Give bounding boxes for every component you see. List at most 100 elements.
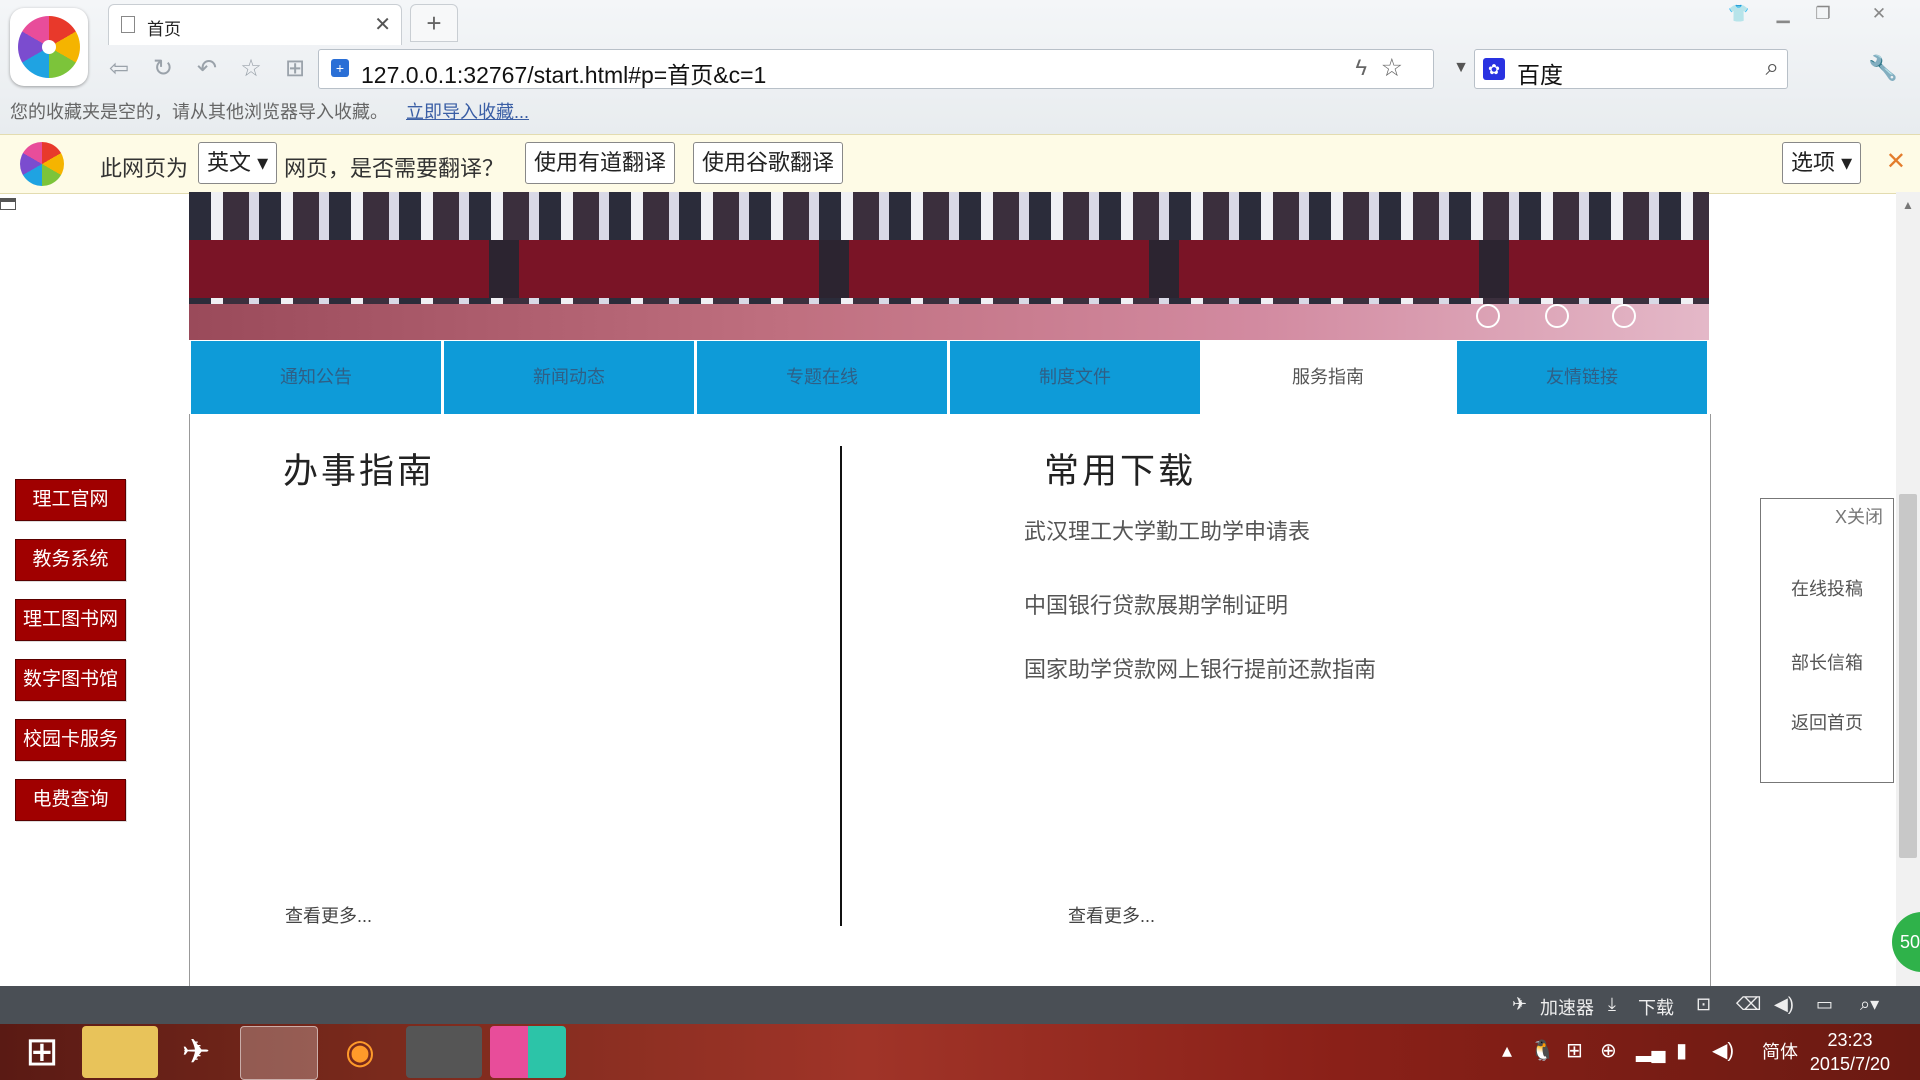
quick-link-academic-system[interactable]: 教务系统 xyxy=(15,539,126,581)
translate-bar: 此网页为 英文 ▾ 网页，是否需要翻译？ 使用有道翻译 使用谷歌翻译 选项 ▾ … xyxy=(0,134,1920,194)
clock-date: 2015/7/20 xyxy=(1809,1054,1890,1074)
browser-status-bar: ✈ 加速器 ⤓ 下载 ⊡ ⌫ ◀) ▭ ⌕▾ xyxy=(0,986,1920,1024)
battery-icon[interactable]: ▮ xyxy=(1676,1038,1687,1063)
new-tab-button[interactable]: + xyxy=(410,4,458,42)
windows-flag-icon[interactable]: ⊞ xyxy=(1566,1038,1583,1063)
import-favorites-link[interactable]: 立即导入收藏... xyxy=(406,102,529,122)
quick-link-digital-library[interactable]: 数字图书馆 xyxy=(15,659,126,701)
volume-icon[interactable]: ◀) xyxy=(1774,994,1794,1015)
tab-news[interactable]: 新闻动态 xyxy=(444,341,694,414)
sidebar-toggle-icon[interactable] xyxy=(0,198,16,210)
refresh-icon[interactable]: ↻ xyxy=(148,54,178,84)
language-select[interactable]: 英文 ▾ xyxy=(198,142,278,184)
language-label: 英文 xyxy=(207,150,252,175)
apps-grid-icon[interactable]: ⊞ xyxy=(280,54,310,84)
download-icon[interactable]: ⤓ xyxy=(1608,994,1616,1015)
downloads-heading: 常用下载 xyxy=(1044,452,1197,492)
favorites-empty-text: 您的收藏夹是空的，请从其他浏览器导入收藏。 xyxy=(10,102,388,122)
accelerator-label[interactable]: 加速器 xyxy=(1540,994,1594,1020)
download-link-3[interactable]: 国家助学贷款网上银行提前还款指南 xyxy=(1024,652,1376,684)
back-home-link[interactable]: 返回首页 xyxy=(1761,709,1893,735)
browser-chrome: 首页 ✕ + 👕 ▁ ❐ ✕ ⇦ ↻ ↶ ☆ ⊞ + 127.0.0.1:327… xyxy=(0,0,1920,134)
colorful-app-icon[interactable] xyxy=(490,1026,566,1078)
quick-link-campus-card[interactable]: 校园卡服务 xyxy=(15,719,126,761)
undo-close-icon[interactable]: ↶ xyxy=(192,54,222,84)
page-scrollbar[interactable]: ▲ xyxy=(1896,192,1920,986)
bird-app-icon[interactable]: ✈ xyxy=(158,1026,234,1078)
volume-tray-icon[interactable]: ◀) xyxy=(1712,1038,1734,1063)
restore-button[interactable]: ❐ xyxy=(1806,0,1840,28)
column-divider xyxy=(840,446,842,926)
windows-start-icon[interactable]: ⊞ xyxy=(4,1026,80,1078)
close-window-button[interactable]: ✕ xyxy=(1862,0,1896,28)
speed-mode-icon[interactable]: ϟ xyxy=(1355,55,1367,81)
search-box[interactable]: ✿ 百度 ⌕ xyxy=(1474,49,1788,89)
bookmark-star-icon[interactable]: ☆ xyxy=(1381,53,1403,83)
favorite-star-icon[interactable]: ☆ xyxy=(236,54,266,84)
minimize-button[interactable]: ▁ xyxy=(1766,0,1800,28)
download-link-1[interactable]: 武汉理工大学勤工助学申请表 xyxy=(1024,514,1310,546)
submit-article-link[interactable]: 在线投稿 xyxy=(1761,575,1893,601)
content-panel xyxy=(189,414,1711,986)
options-label: 选项 xyxy=(1791,150,1836,175)
security-plus-icon[interactable]: ⊕ xyxy=(1600,1038,1617,1063)
close-tab-icon[interactable]: ✕ xyxy=(374,12,391,37)
download-link-2[interactable]: 中国银行贷款展期学制证明 xyxy=(1024,588,1288,620)
tab-regulations[interactable]: 制度文件 xyxy=(950,341,1200,414)
quick-link-library[interactable]: 理工图书网 xyxy=(15,599,126,641)
skin-icon[interactable]: 👕 xyxy=(1722,0,1756,28)
carousel-dot-3[interactable] xyxy=(1612,304,1636,328)
floating-panel: X关闭 在线投稿 部长信箱 返回首页 xyxy=(1760,498,1894,783)
scroll-up-icon[interactable]: ▲ xyxy=(1902,198,1914,212)
tab-title: 首页 xyxy=(147,20,181,39)
downloads-more-link[interactable]: 查看更多... xyxy=(1068,902,1155,928)
close-translate-icon[interactable]: ✕ xyxy=(1886,147,1906,176)
tools-wrench-icon[interactable]: 🔧 xyxy=(1868,54,1898,83)
options-dropdown[interactable]: 选项 ▾ xyxy=(1782,142,1862,184)
carousel-dot-1[interactable] xyxy=(1476,304,1500,328)
carousel-dot-2[interactable] xyxy=(1545,304,1569,328)
tab-topics[interactable]: 专题在线 xyxy=(697,341,947,414)
tab-service-guide[interactable]: 服务指南 xyxy=(1203,341,1453,414)
file-explorer-icon[interactable] xyxy=(82,1026,158,1078)
tab-notice[interactable]: 通知公告 xyxy=(191,341,441,414)
address-dropdown-icon[interactable]: ▼ xyxy=(1453,59,1469,77)
tray-expand-icon[interactable]: ▴ xyxy=(1502,1038,1512,1063)
tab-links[interactable]: 友情链接 xyxy=(1457,341,1707,414)
translate-question: 网页，是否需要翻译？ xyxy=(284,156,505,181)
youdao-translate-button[interactable]: 使用有道翻译 xyxy=(525,142,676,184)
os-taskbar: ⊞ ✈ ◉ ▴ 🐧 ⊞ ⊕ ▂▄ ▮ ◀) 简体 23:23 2015/7/20 xyxy=(0,1024,1920,1080)
quick-link-official-site[interactable]: 理工官网 xyxy=(15,479,126,521)
network-signal-icon[interactable]: ▂▄ xyxy=(1636,1038,1666,1063)
browser-taskbar-icon[interactable] xyxy=(240,1026,318,1080)
qq-icon[interactable]: 🐧 xyxy=(1530,1038,1555,1063)
clock-time: 23:23 xyxy=(1827,1030,1873,1050)
avatar-app-icon[interactable] xyxy=(406,1026,482,1078)
back-icon[interactable]: ⇦ xyxy=(104,54,134,84)
guide-heading: 办事指南 xyxy=(283,452,436,492)
scrollbar-thumb[interactable] xyxy=(1899,494,1917,858)
zoom-icon[interactable]: ⌕▾ xyxy=(1860,994,1879,1015)
trash-icon[interactable]: ⌫ xyxy=(1736,994,1761,1015)
system-clock[interactable]: 23:23 2015/7/20 xyxy=(1810,1028,1890,1076)
floating-close-button[interactable]: X关闭 xyxy=(1835,503,1883,529)
baidu-paw-icon[interactable]: ✿ xyxy=(1483,58,1505,80)
google-translate-button[interactable]: 使用谷歌翻译 xyxy=(693,142,844,184)
guide-more-link[interactable]: 查看更多... xyxy=(285,902,372,928)
minister-mailbox-link[interactable]: 部长信箱 xyxy=(1761,649,1893,675)
main-nav: 通知公告 新闻动态 专题在线 制度文件 服务指南 友情链接 xyxy=(189,341,1709,414)
tab-home[interactable]: 首页 ✕ xyxy=(108,4,402,45)
browser-logo-icon[interactable] xyxy=(10,8,88,86)
screen-icon[interactable]: ▭ xyxy=(1816,994,1833,1015)
browser-flower-icon xyxy=(20,142,64,186)
input-method-indicator[interactable]: 简体 xyxy=(1762,1038,1798,1064)
page-icon xyxy=(121,16,135,33)
accelerator-icon[interactable]: ✈ xyxy=(1512,994,1527,1015)
firefox-icon[interactable]: ◉ xyxy=(322,1026,398,1078)
address-url[interactable]: 127.0.0.1:32767/start.html#p=首页&c=1 xyxy=(361,56,766,90)
download-label[interactable]: 下载 xyxy=(1638,994,1674,1020)
quick-link-electricity[interactable]: 电费查询 xyxy=(15,779,126,821)
address-bar[interactable]: + 127.0.0.1:32767/start.html#p=首页&c=1 ϟ … xyxy=(318,49,1469,90)
search-icon[interactable]: ⌕ xyxy=(1766,54,1779,82)
toolbox-icon[interactable]: ⊡ xyxy=(1696,994,1711,1015)
